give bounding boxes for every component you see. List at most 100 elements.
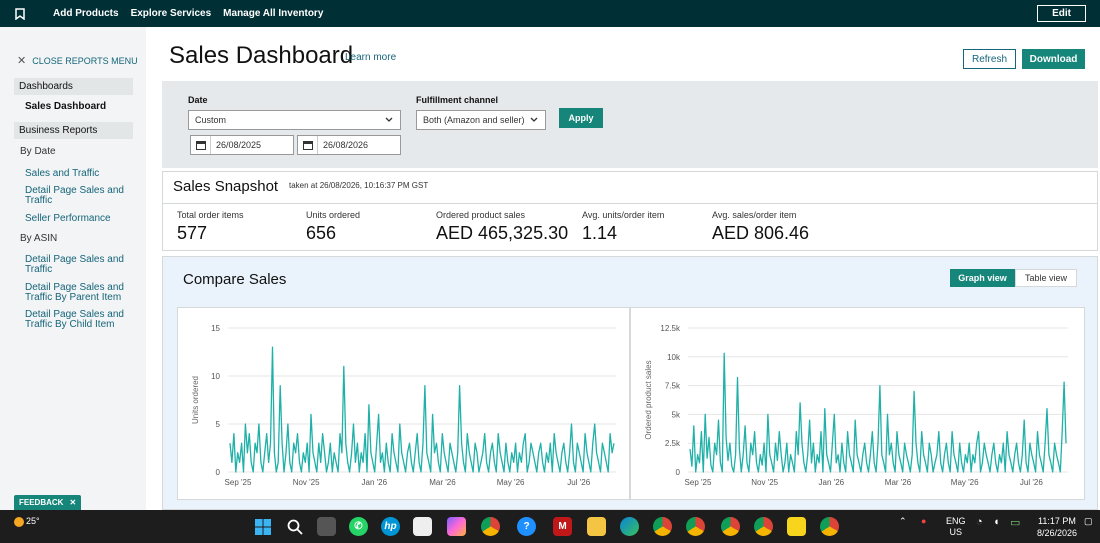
chrome-icon[interactable]: [481, 517, 500, 536]
chrome-icon[interactable]: [653, 517, 672, 536]
end-date-field[interactable]: 26/08/2026: [297, 135, 401, 155]
sidebar-item-sales-dashboard[interactable]: Sales Dashboard: [25, 101, 106, 112]
x-tick-label: Jul '26: [567, 478, 590, 487]
ordered-sales-chart: 0 2.5k 5k 7.5k 10k 12.5k Sep '25 Nov '25 Jan '26…: [630, 307, 1085, 500]
sticky-notes-icon[interactable]: [787, 517, 806, 536]
nav-explore-services[interactable]: Explore Services: [131, 8, 212, 19]
graph-view-button[interactable]: Graph view: [950, 269, 1015, 287]
task-view-icon[interactable]: [317, 517, 336, 536]
metric-value: 656: [306, 223, 337, 243]
metric-label: Ordered product sales: [436, 210, 526, 220]
close-icon: ✕: [17, 55, 27, 67]
battery-icon[interactable]: ▭: [1010, 516, 1020, 529]
table-view-button[interactable]: Table view: [1015, 269, 1077, 287]
notification-icon[interactable]: ▢: [1084, 516, 1093, 527]
sidebar-item-asin-child[interactable]: Detail Page Sales and Traffic By Child I…: [25, 310, 135, 330]
snapshot-title: Sales Snapshot: [173, 178, 279, 195]
x-tick-label: Mar '26: [885, 478, 912, 487]
x-tick-label: May '26: [951, 478, 979, 487]
file-explorer-icon[interactable]: [587, 517, 606, 536]
edge-icon[interactable]: [620, 517, 639, 536]
sidebar-item-detail-page-sales[interactable]: Detail Page Sales and Traffic: [25, 186, 135, 206]
sales-snapshot: Sales Snapshot taken at 26/08/2026, 10:1…: [162, 171, 1098, 251]
start-date-value: 26/08/2025: [216, 140, 262, 150]
page-title: Sales Dashboard: [169, 42, 354, 69]
sidebar-item-asin-parent[interactable]: Detail Page Sales and Traffic By Parent …: [25, 283, 135, 303]
mcafee-icon[interactable]: M: [553, 517, 572, 536]
apply-button[interactable]: Apply: [559, 108, 603, 128]
x-tick-label: Mar '26: [429, 478, 456, 487]
main-content: Sales Dashboard Learn more Refresh Downl…: [146, 27, 1100, 510]
refresh-button[interactable]: Refresh: [963, 49, 1016, 69]
whatsapp-icon[interactable]: ✆: [349, 517, 368, 536]
end-date-value: 26/08/2026: [323, 140, 369, 150]
volume-icon[interactable]: ◖: [993, 516, 1000, 528]
metric-label: Avg. units/order item: [582, 210, 665, 220]
chrome-icon[interactable]: [820, 517, 839, 536]
start-date-field[interactable]: 26/08/2025: [190, 135, 294, 155]
series-line: [689, 352, 1067, 473]
feedback-label: FEEDBACK: [19, 498, 64, 507]
wifi-icon[interactable]: ◔: [976, 516, 983, 528]
nav-manage-inventory[interactable]: Manage All Inventory: [223, 8, 323, 19]
y-tick-label: 0: [216, 468, 221, 477]
fulfillment-channel-select[interactable]: Both (Amazon and seller): [416, 110, 546, 130]
chevron-up-icon[interactable]: ⌃: [899, 516, 907, 527]
y-axis-label: Units ordered: [191, 376, 200, 424]
y-tick-label: 5k: [672, 410, 681, 419]
taskbar: 25° ✆ hp ? M ⌃ ● ENG US ◔ ◖ ▭ 11:17 PM 8…: [0, 510, 1100, 543]
calendar-icon[interactable]: [191, 136, 211, 154]
fulfillment-channel-value: Both (Amazon and seller): [423, 115, 525, 125]
download-button[interactable]: Download: [1022, 49, 1085, 69]
y-tick-label: 5: [216, 420, 221, 429]
search-icon[interactable]: [285, 517, 304, 536]
metric-label: Units ordered: [306, 210, 361, 220]
y-tick-label: 2.5k: [665, 439, 681, 448]
units-ordered-chart: 0 5 10 15 Sep '25 Nov '25 Jan '26 Mar '26 May '2…: [177, 307, 630, 500]
store-icon[interactable]: [413, 517, 432, 536]
feedback-button[interactable]: FEEDBACK ✕: [14, 495, 82, 510]
sidebar-item-sales-traffic[interactable]: Sales and Traffic: [25, 169, 135, 179]
x-tick-label: Sep '25: [225, 478, 252, 487]
date-range-select[interactable]: Custom: [188, 110, 401, 130]
system-clock[interactable]: 11:17 PM 8/26/2026: [1037, 515, 1077, 539]
chrome-icon[interactable]: [754, 517, 773, 536]
metric-label: Avg. sales/order item: [712, 210, 797, 220]
calendar-icon[interactable]: [298, 136, 318, 154]
hp-icon[interactable]: hp: [381, 517, 400, 536]
nav-add-products[interactable]: Add Products: [53, 8, 119, 19]
learn-more-link[interactable]: Learn more: [345, 52, 396, 63]
windows-start-icon[interactable]: [253, 517, 272, 536]
date-range-value: Custom: [195, 115, 227, 125]
sidebar-item-asin-detail-page[interactable]: Detail Page Sales and Traffic: [25, 255, 135, 275]
metric-value: AED 806.46: [712, 223, 810, 243]
bookmark-icon[interactable]: [15, 7, 27, 20]
metric-value: AED 465,325.30: [436, 223, 569, 243]
language-indicator[interactable]: ENG US: [946, 516, 966, 538]
y-tick-label: 10k: [667, 353, 681, 362]
close-icon[interactable]: ✕: [69, 498, 76, 507]
filter-panel: Date Custom 26/08/2025 26/08/2026 Fulfil…: [162, 81, 1098, 168]
business-reports-heading: Business Reports: [14, 122, 133, 139]
mcafee-tray-icon[interactable]: ●: [921, 516, 926, 526]
help-icon[interactable]: ?: [517, 517, 536, 536]
copilot-icon[interactable]: [447, 517, 466, 536]
sidebar-item-seller-performance[interactable]: Seller Performance: [25, 214, 135, 224]
clock-date: 8/26/2026: [1036, 528, 1077, 538]
metric-value: 1.14: [582, 223, 618, 243]
y-tick-label: 0: [676, 468, 681, 477]
weather-widget[interactable]: 25°: [14, 516, 40, 527]
region-code: US: [949, 527, 963, 537]
chevron-down-icon: [530, 117, 538, 122]
close-reports-menu-button[interactable]: ✕ CLOSE REPORTS MENU: [17, 54, 138, 67]
snapshot-timestamp: taken at 26/08/2026, 10:16:37 PM GST: [289, 181, 429, 190]
series-line: [229, 346, 615, 473]
clock-time: 11:17 PM: [1038, 516, 1076, 526]
edit-button[interactable]: Edit: [1037, 5, 1086, 22]
by-asin-heading: By ASIN: [20, 233, 58, 244]
divider: [163, 203, 1097, 204]
chrome-icon[interactable]: [686, 517, 705, 536]
chevron-down-icon: [385, 117, 393, 122]
chrome-icon[interactable]: [721, 517, 740, 536]
date-label: Date: [188, 95, 208, 105]
